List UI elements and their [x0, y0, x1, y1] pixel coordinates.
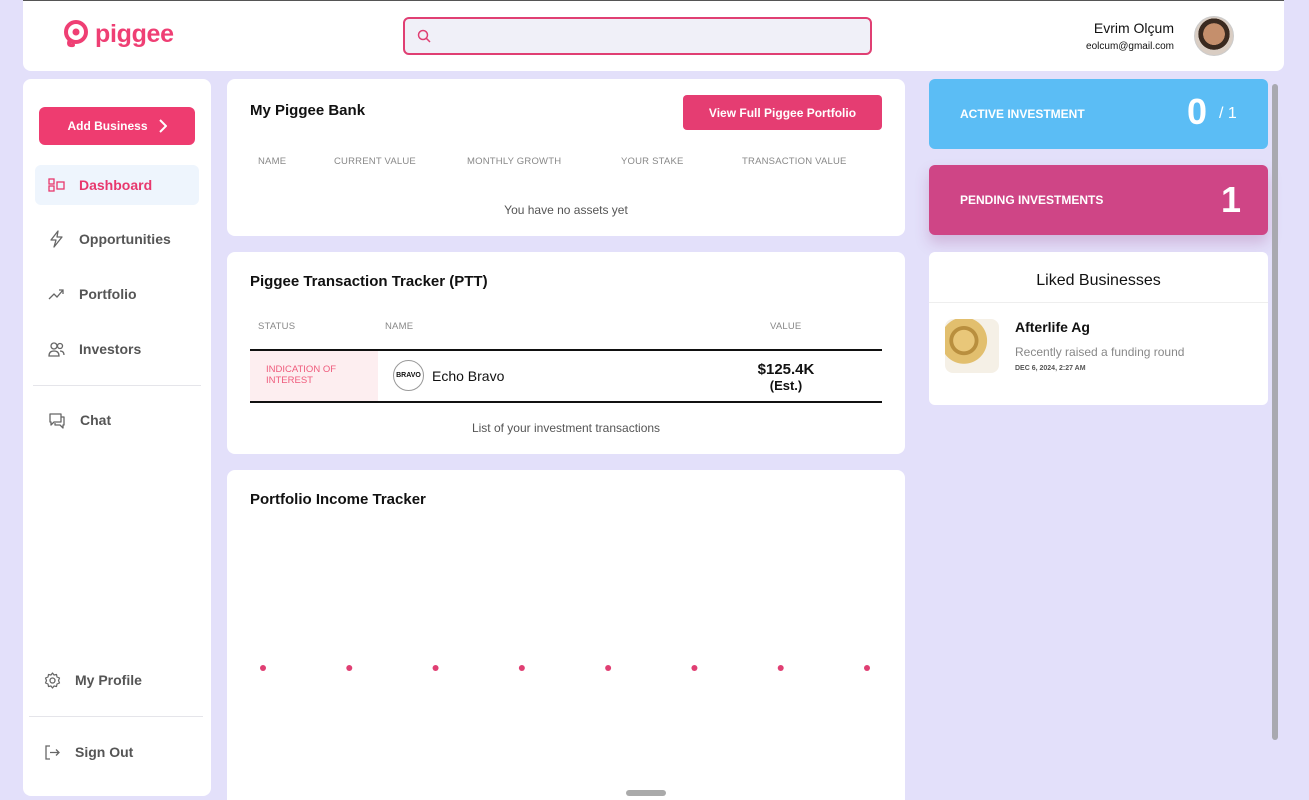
column-header[interactable]: VALUE — [770, 321, 801, 332]
value-note: (Est.) — [769, 378, 803, 393]
sidebar-item-chat[interactable]: Chat — [35, 400, 199, 440]
column-header[interactable]: STATUS — [258, 321, 295, 332]
empty-state-text: You have no assets yet — [504, 203, 628, 217]
income-point[interactable] — [691, 665, 698, 671]
sidebar-divider — [29, 716, 203, 717]
trend-up-icon — [48, 289, 64, 300]
brand-logo[interactable]: piggee — [61, 19, 174, 49]
business-name: Afterlife Ag — [1015, 319, 1090, 335]
users-icon — [48, 342, 65, 357]
transaction-value: $125.4K (Est.) — [755, 361, 817, 393]
search-icon — [417, 29, 431, 43]
transaction-tracker-title: Piggee Transaction Tracker (PTT) — [250, 273, 488, 290]
piggee-logo-icon — [64, 20, 88, 48]
avatar[interactable] — [1194, 16, 1234, 56]
column-header[interactable]: NAME — [385, 321, 413, 332]
active-investment-count: 0 — [1187, 91, 1208, 132]
sidebar-item-my-profile[interactable]: My Profile — [31, 660, 195, 700]
income-point[interactable] — [777, 665, 784, 671]
sidebar-item-investors[interactable]: Investors — [35, 329, 199, 369]
status-badge: INDICATION OF INTEREST — [250, 351, 378, 401]
pending-investments-card[interactable]: PENDING INVESTMENTS 1 — [929, 165, 1268, 235]
sidebar-item-label: Sign Out — [75, 744, 134, 760]
active-investment-card[interactable]: ACTIVE INVESTMENT 0 / 1 — [929, 79, 1268, 149]
sidebar-item-opportunities[interactable]: Opportunities — [35, 219, 199, 259]
sign-out-button[interactable]: Sign Out — [31, 732, 195, 772]
sign-out-icon — [45, 744, 60, 760]
sidebar-item-label: Opportunities — [79, 231, 171, 247]
income-point[interactable] — [260, 665, 266, 671]
sidebar-item-label: My Profile — [75, 672, 142, 688]
sidebar: Add Business Dashboard Opportunities Por… — [23, 79, 211, 796]
divider — [929, 302, 1268, 303]
piggee-bank-title: My Piggee Bank — [250, 102, 366, 119]
liked-businesses-title: Liked Businesses — [1036, 272, 1161, 289]
income-point[interactable] — [346, 665, 353, 671]
liked-businesses-card: Liked Businesses Afterlife Ag Recently r… — [929, 252, 1268, 405]
active-investment-total: / 1 — [1219, 105, 1237, 122]
sidebar-item-label: Portfolio — [79, 286, 137, 302]
business-subtitle: Recently raised a funding round — [1015, 345, 1185, 359]
user-name: Evrim Olçum — [1093, 20, 1174, 36]
chat-icon — [49, 412, 65, 429]
search-input[interactable] — [439, 28, 870, 44]
income-point[interactable] — [864, 665, 870, 671]
company-logo: BRAVO — [393, 360, 424, 391]
table-row[interactable]: INDICATION OF INTEREST BRAVO Echo Bravo … — [250, 349, 882, 403]
income-point[interactable] — [518, 665, 525, 671]
piggee-bank-card: My Piggee Bank View Full Piggee Portfoli… — [227, 79, 905, 236]
income-tracker-card: Portfolio Income Tracker — [227, 470, 905, 800]
sidebar-item-portfolio[interactable]: Portfolio — [35, 274, 199, 314]
brand-name: piggee — [95, 19, 174, 48]
top-bar: piggee Evrim Olçum eolcum@gmail.com — [23, 0, 1284, 71]
column-header[interactable]: NAME — [258, 156, 286, 167]
active-investment-label: ACTIVE INVESTMENT — [960, 107, 1085, 121]
sidebar-item-dashboard[interactable]: Dashboard — [35, 165, 199, 205]
business-image — [945, 319, 999, 373]
sidebar-item-label: Investors — [79, 341, 142, 357]
business-date: DEC 6, 2024, 2:27 AM — [1015, 365, 1086, 372]
transactions-caption: List of your investment transactions — [471, 421, 661, 435]
sidebar-divider — [33, 385, 201, 386]
column-header[interactable]: TRANSACTION VALUE — [742, 156, 847, 167]
column-header[interactable]: YOUR STAKE — [621, 156, 684, 167]
add-business-label: Add Business — [67, 119, 148, 133]
company-name[interactable]: Echo Bravo — [432, 368, 504, 384]
dashboard-icon — [48, 178, 65, 192]
transaction-tracker-card: Piggee Transaction Tracker (PTT) STATUS … — [227, 252, 905, 454]
add-business-button[interactable]: Add Business — [39, 107, 195, 145]
user-email: eolcum@gmail.com — [1086, 41, 1174, 52]
pending-investments-count: 1 — [1221, 179, 1242, 220]
income-point[interactable] — [605, 665, 612, 671]
drag-handle[interactable] — [626, 790, 666, 796]
lightning-icon — [50, 230, 63, 248]
sidebar-item-label: Dashboard — [79, 177, 153, 193]
scrollbar-thumb[interactable] — [1272, 84, 1278, 740]
value-amount: $125.4K — [757, 361, 815, 378]
view-portfolio-button[interactable]: View Full Piggee Portfolio — [683, 95, 882, 130]
user-info[interactable]: Evrim Olçum eolcum@gmail.com — [1086, 20, 1174, 52]
pending-investments-label: PENDING INVESTMENTS — [960, 193, 1104, 207]
list-item[interactable]: Afterlife Ag Recently raised a funding r… — [945, 319, 1255, 375]
sidebar-item-label: Chat — [80, 412, 112, 428]
gear-icon — [44, 671, 61, 689]
income-point[interactable] — [432, 665, 439, 671]
column-header[interactable]: MONTHLY GROWTH — [467, 156, 561, 167]
column-header[interactable]: CURRENT VALUE — [334, 156, 416, 167]
search-bar[interactable] — [403, 17, 872, 55]
income-tracker-title: Portfolio Income Tracker — [250, 491, 426, 508]
chevron-right-icon — [158, 119, 167, 133]
income-chart — [260, 665, 870, 671]
